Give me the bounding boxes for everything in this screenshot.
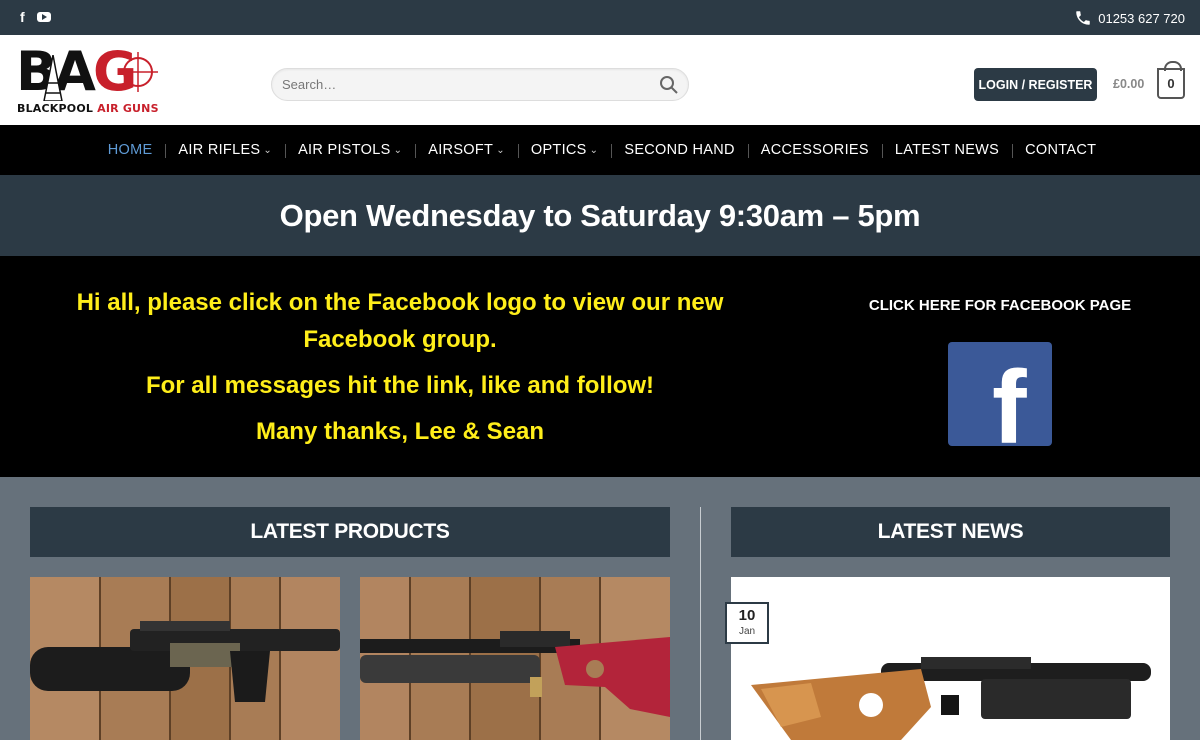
column-divider (700, 507, 701, 740)
news-date-month: Jan (738, 626, 756, 637)
nav-label: ACCESSORIES (760, 142, 869, 158)
message-line: Hi all, please click on the Facebook log… (76, 289, 724, 353)
site-logo[interactable]: BAG BLACKPOOL AIR GUNS (16, 41, 166, 117)
nav-item-airsoft[interactable]: AIRSOFT ⌄ (415, 142, 518, 158)
nav-item-optics[interactable]: OPTICS ⌄ (517, 142, 611, 158)
logo-subtitle: BLACKPOOL AIR GUNS (17, 102, 159, 115)
tower-icon (43, 55, 63, 101)
nav-item-second-hand[interactable]: SECOND HAND (611, 142, 747, 158)
chevron-down-icon: ⌄ (589, 144, 599, 156)
product-card[interactable] (360, 577, 670, 740)
nav-label: OPTICS (530, 142, 587, 158)
nav-label: HOME (107, 142, 153, 158)
search-icon[interactable] (659, 75, 679, 95)
youtube-icon[interactable] (36, 12, 51, 22)
top-bar: f 01253 627 720 (0, 0, 1200, 35)
nav-item-air-pistols[interactable]: AIR PISTOLS ⌄ (285, 142, 415, 158)
opening-hours-text: Open Wednesday to Saturday 9:30am – 5pm (279, 197, 921, 233)
product-card[interactable] (30, 577, 340, 740)
nav-label: SECOND HAND (624, 142, 735, 158)
facebook-icon[interactable]: f (20, 10, 25, 24)
phone-icon (1076, 11, 1090, 25)
opening-hours-banner: Open Wednesday to Saturday 9:30am – 5pm (0, 175, 1200, 256)
facebook-message: Hi all, please click on the Facebook log… (20, 284, 780, 459)
message-line: Many thanks, Lee & Sean (255, 418, 545, 445)
search-box (271, 68, 689, 101)
facebook-link-title[interactable]: CLICK HERE FOR FACEBOOK PAGE (850, 297, 1150, 314)
nav-label: AIR PISTOLS (298, 142, 391, 158)
cart-total[interactable]: £0.00 (1113, 77, 1144, 91)
login-register-button[interactable]: LOGIN / REGISTER (974, 68, 1097, 101)
phone-number: 01253 627 720 (1098, 10, 1185, 26)
latest-news-heading: LATEST NEWS (731, 507, 1170, 557)
product-image-rifle (30, 577, 340, 740)
news-card[interactable] (731, 577, 1170, 740)
nav-item-home[interactable]: HOME (95, 142, 166, 158)
product-image-rifle (360, 577, 670, 740)
social-links: f (20, 10, 51, 24)
nav-label: LATEST NEWS (894, 142, 1000, 158)
news-date-badge: 10 Jan (725, 602, 769, 644)
cart-icon[interactable]: 0 (1157, 61, 1185, 99)
nav-label: AIRSOFT (428, 142, 494, 158)
news-image-rifle (731, 577, 1170, 740)
facebook-glyph: f (992, 350, 1027, 446)
nav-label: AIR RIFLES (178, 142, 261, 158)
facebook-logo-icon[interactable]: f (948, 342, 1052, 446)
cart-count: 0 (1167, 76, 1175, 91)
crosshair-icon (118, 52, 158, 92)
nav-label: CONTACT (1025, 142, 1097, 158)
latest-products-heading: LATEST PRODUCTS (30, 507, 670, 557)
facebook-promo-section: Hi all, please click on the Facebook log… (0, 256, 1200, 477)
nav-item-accessories[interactable]: ACCESSORIES (747, 142, 882, 158)
site-header: BAG BLACKPOOL AIR GUNS LOGIN / REGISTER … (0, 35, 1200, 125)
search-input[interactable] (282, 69, 642, 100)
message-line: For all messages hit the link, like and … (145, 372, 655, 399)
nav-item-latest-news[interactable]: LATEST NEWS (881, 142, 1012, 158)
news-date-day: 10 (738, 607, 756, 624)
chevron-down-icon: ⌄ (263, 144, 273, 156)
chevron-down-icon: ⌄ (393, 144, 403, 156)
nav-item-air-rifles[interactable]: AIR RIFLES ⌄ (165, 142, 285, 158)
nav-item-contact[interactable]: CONTACT (1012, 142, 1109, 158)
chevron-down-icon: ⌄ (496, 144, 505, 156)
phone-link[interactable]: 01253 627 720 (1074, 9, 1185, 27)
main-nav: HOME AIR RIFLES ⌄ AIR PISTOLS ⌄ AIRSOFT ⌄ O… (0, 125, 1200, 175)
